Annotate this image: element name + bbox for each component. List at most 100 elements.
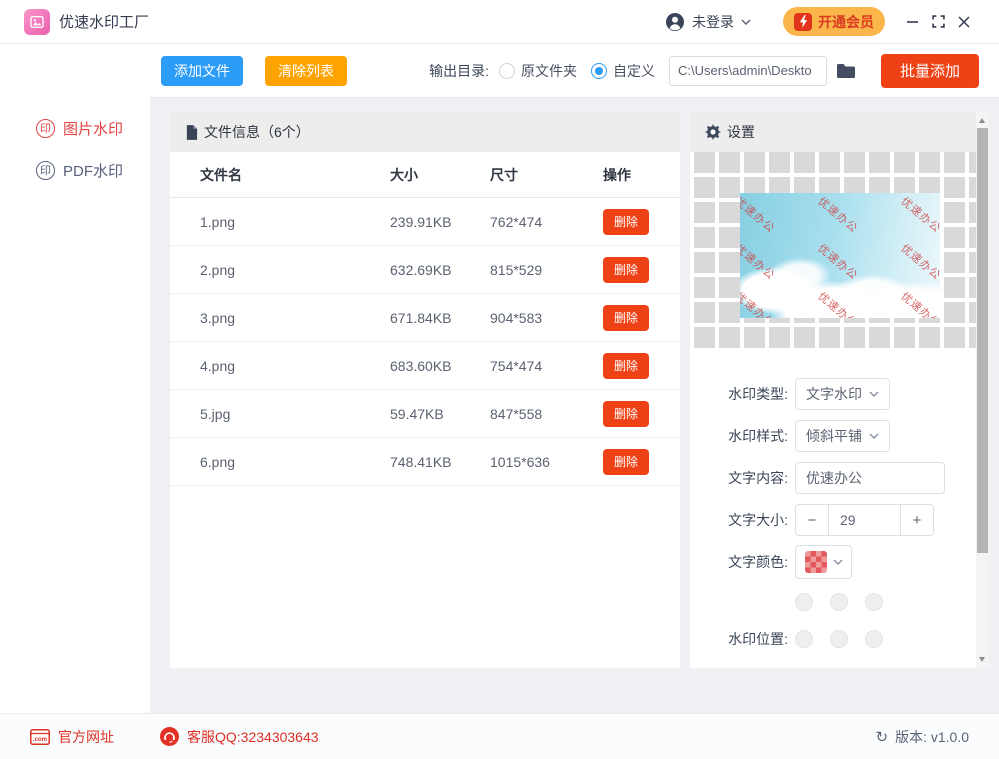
- document-icon: [185, 125, 198, 140]
- support-qq-link[interactable]: 客服QQ:3234303643: [160, 727, 319, 747]
- file-dimensions: 762*474: [490, 214, 603, 230]
- dotcom-icon: .com: [30, 729, 50, 745]
- file-dimensions: 754*474: [490, 358, 603, 374]
- watermark-style-label: 水印样式:: [690, 426, 788, 446]
- watermark-text: 优速办公: [898, 193, 940, 236]
- file-name: 5.jpg: [200, 406, 390, 422]
- file-name: 6.png: [200, 454, 390, 470]
- table-row: 3.png 671.84KB 904*583 删除: [170, 294, 680, 342]
- increase-button[interactable]: +: [901, 505, 933, 535]
- vip-upgrade-button[interactable]: 开通会员: [783, 7, 885, 36]
- batch-add-button[interactable]: 批量添加: [881, 54, 979, 88]
- delete-button[interactable]: 删除: [603, 401, 649, 427]
- support-qq-label: 客服QQ:3234303643: [187, 727, 319, 747]
- add-files-button[interactable]: 添加文件: [161, 56, 243, 86]
- settings-scrollbar[interactable]: [976, 112, 989, 668]
- chevron-down-icon: [869, 433, 879, 439]
- watermark-text: 优速办公: [740, 240, 779, 283]
- file-size: 748.41KB: [390, 454, 490, 470]
- file-list-panel: 文件信息（6个） 文件名 大小 尺寸 操作 1.png 239.91KB 762…: [170, 112, 680, 668]
- settings-title: 设置: [727, 122, 755, 142]
- watermark-text: 优速办公: [740, 288, 779, 318]
- table-row: 4.png 683.60KB 754*474 删除: [170, 342, 680, 390]
- watermark-type-select[interactable]: 文字水印: [795, 378, 890, 410]
- watermark-style-select[interactable]: 倾斜平铺: [795, 420, 890, 452]
- radio-icon: [499, 63, 515, 79]
- col-actions: 操作: [603, 165, 650, 185]
- chevron-down-icon: [833, 559, 843, 565]
- footer: .com 官方网址 客服QQ:3234303643 ↻ 版本: v1.0.0: [0, 713, 999, 759]
- stamp-icon: 印: [36, 161, 55, 180]
- watermark-text: 优速办公: [815, 240, 862, 283]
- file-name: 3.png: [200, 310, 390, 326]
- watermark-text: 优速办公: [898, 240, 940, 283]
- svg-text:.com: .com: [33, 737, 47, 743]
- table-row: 6.png 748.41KB 1015*636 删除: [170, 438, 680, 486]
- scrollbar-thumb[interactable]: [977, 128, 988, 553]
- login-label: 未登录: [692, 12, 734, 32]
- watermark-type-value: 文字水印: [806, 384, 862, 404]
- version-info: ↻ 版本: v1.0.0: [876, 727, 970, 747]
- radio-original-folder[interactable]: 原文件夹: [499, 61, 577, 81]
- vip-lightning-icon: [794, 13, 812, 31]
- delete-button[interactable]: 删除: [603, 305, 649, 331]
- user-icon: [665, 12, 685, 32]
- sidebar-item-label: 图片水印: [63, 118, 123, 139]
- scroll-down-icon[interactable]: [979, 657, 985, 662]
- sidebar-item-label: PDF水印: [63, 160, 123, 181]
- position-radio[interactable]: [830, 593, 848, 611]
- official-site-link[interactable]: .com 官方网址: [30, 727, 114, 747]
- file-name: 1.png: [200, 214, 390, 230]
- output-path-input[interactable]: [669, 56, 827, 86]
- refresh-icon[interactable]: ↻: [876, 728, 889, 746]
- scroll-up-icon[interactable]: [979, 118, 985, 123]
- browse-folder-button[interactable]: [836, 63, 856, 79]
- settings-form: 水印类型: 文字水印 水印样式: 倾斜平铺: [690, 352, 989, 653]
- col-dimensions: 尺寸: [490, 165, 603, 185]
- position-radio[interactable]: [830, 630, 848, 648]
- position-radio[interactable]: [865, 630, 883, 648]
- text-color-picker[interactable]: [795, 545, 852, 579]
- official-site-label: 官方网址: [58, 727, 114, 747]
- table-row: 2.png 632.69KB 815*529 删除: [170, 246, 680, 294]
- file-name: 4.png: [200, 358, 390, 374]
- position-radio[interactable]: [865, 593, 883, 611]
- watermark-preview-area: 优速办公 优速办公 优速办公 优速办公 优速办公 优速办公 优速办公 优速办公 …: [690, 152, 989, 352]
- delete-button[interactable]: 删除: [603, 449, 649, 475]
- file-size: 59.47KB: [390, 406, 490, 422]
- position-radio[interactable]: [795, 630, 813, 648]
- clear-list-button[interactable]: 清除列表: [265, 56, 347, 86]
- radio-original-label: 原文件夹: [521, 61, 577, 81]
- settings-header: 设置: [690, 112, 989, 152]
- output-dir-label: 输出目录:: [429, 61, 489, 81]
- titlebar: 优速水印工厂 未登录 开通会员: [0, 0, 999, 44]
- login-menu[interactable]: 未登录: [665, 12, 751, 32]
- col-filename: 文件名: [200, 165, 390, 185]
- text-size-input[interactable]: [828, 505, 901, 535]
- workspace: 文件信息（6个） 文件名 大小 尺寸 操作 1.png 239.91KB 762…: [150, 98, 999, 713]
- radio-custom-folder[interactable]: 自定义: [591, 61, 655, 81]
- watermark-text: 优速办公: [815, 288, 862, 318]
- sidebar: 印 图片水印 印 PDF水印: [0, 44, 150, 713]
- delete-button[interactable]: 删除: [603, 353, 649, 379]
- minimize-button[interactable]: [899, 9, 925, 35]
- watermark-text: 优速办公: [740, 193, 779, 236]
- file-size: 239.91KB: [390, 214, 490, 230]
- chevron-down-icon: [869, 391, 879, 397]
- radio-custom-label: 自定义: [613, 61, 655, 81]
- sidebar-item-pdf-watermark[interactable]: 印 PDF水印: [0, 155, 150, 185]
- delete-button[interactable]: 删除: [603, 257, 649, 283]
- close-button[interactable]: [951, 9, 977, 35]
- position-radio[interactable]: [795, 593, 813, 611]
- file-size: 683.60KB: [390, 358, 490, 374]
- table-header: 文件名 大小 尺寸 操作: [170, 152, 680, 198]
- text-content-input[interactable]: [795, 462, 945, 494]
- app-window: 优速水印工厂 未登录 开通会员: [0, 0, 999, 759]
- file-dimensions: 815*529: [490, 262, 603, 278]
- watermark-style-value: 倾斜平铺: [806, 426, 862, 446]
- watermark-position-label: 水印位置:: [690, 629, 788, 649]
- maximize-button[interactable]: [925, 9, 951, 35]
- decrease-button[interactable]: −: [796, 505, 828, 535]
- delete-button[interactable]: 删除: [603, 209, 649, 235]
- sidebar-item-image-watermark[interactable]: 印 图片水印: [0, 113, 150, 143]
